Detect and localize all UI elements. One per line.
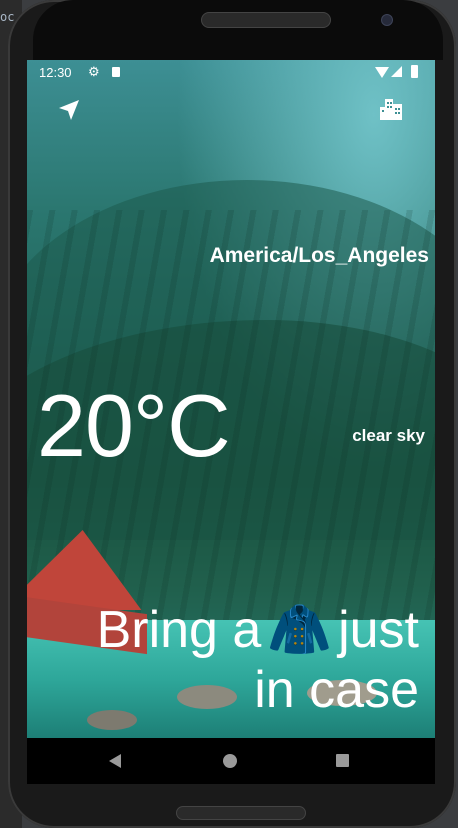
phone-top-bezel — [33, 0, 443, 60]
signal-icon — [391, 66, 402, 77]
coat-icon: 🧥 — [267, 601, 333, 659]
system-nav-bar — [27, 738, 435, 784]
earpiece-speaker — [201, 12, 331, 28]
bottom-speaker — [176, 806, 306, 820]
recent-apps-icon[interactable] — [336, 754, 349, 767]
battery-icon — [411, 65, 418, 78]
settings-icon: ⚙ — [88, 64, 100, 79]
advice-prefix: Bring a — [96, 601, 262, 659]
editor-fragment: oc — [0, 10, 15, 24]
app-screen: 12:30 ⚙ America/Los_Angeles 20°C clear s… — [27, 60, 435, 738]
home-icon[interactable] — [223, 754, 237, 768]
advice-line-2: in case — [254, 661, 419, 719]
advice-line-1: Bring a 🧥 just — [27, 600, 419, 660]
front-camera — [381, 14, 393, 26]
temperature-readout: 20°C — [37, 376, 231, 475]
clothing-advice: Bring a 🧥 just in case — [27, 600, 419, 720]
timezone-label: America/Los_Angeles — [209, 244, 429, 267]
background-cabin-roof — [27, 530, 153, 610]
status-time: 12:30 — [39, 65, 72, 80]
city-buildings-icon[interactable] — [378, 96, 404, 122]
advice-middle: just — [338, 601, 419, 659]
back-icon[interactable] — [109, 754, 121, 768]
sd-card-icon — [112, 67, 120, 77]
weather-condition: clear sky — [352, 426, 425, 445]
wifi-icon — [375, 67, 389, 78]
navigation-arrow-icon[interactable] — [57, 98, 81, 122]
status-bar: 12:30 ⚙ — [27, 60, 435, 84]
